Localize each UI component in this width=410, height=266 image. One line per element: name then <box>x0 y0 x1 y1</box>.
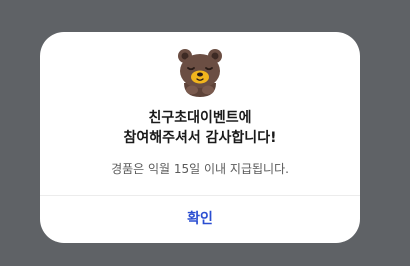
event-complete-dialog: 친구초대이벤트에 참여해주셔서 감사합니다! 경품은 익월 15일 이내 지급됩… <box>40 32 360 243</box>
dialog-title-line-2: 참여해주셔서 감사합니다! <box>123 130 277 146</box>
bear-bowing-icon <box>178 49 222 97</box>
confirm-button[interactable]: 확인 <box>40 196 360 243</box>
dialog-title: 친구초대이벤트에 참여해주셔서 감사합니다! <box>40 108 360 148</box>
dialog-title-line-1: 친구초대이벤트에 <box>148 110 252 126</box>
dialog-description: 경품은 익월 15일 이내 지급됩니다. <box>111 162 289 176</box>
